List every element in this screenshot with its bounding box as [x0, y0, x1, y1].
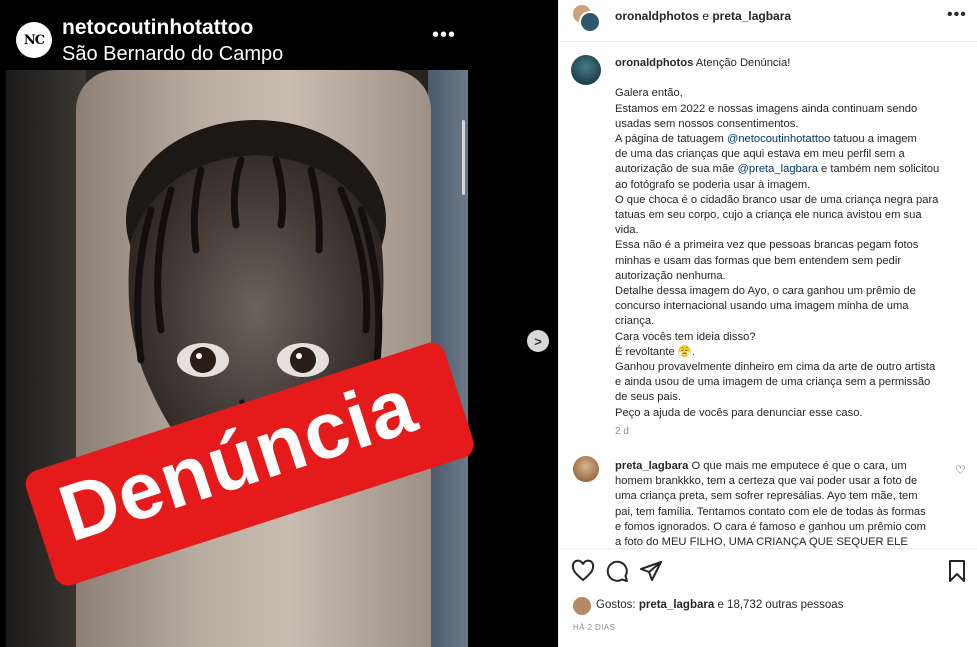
- post-media-panel: NC netocoutinhotattoo São Bernardo do Ca…: [0, 0, 558, 647]
- likes-user-link[interactable]: preta_lagbara: [639, 599, 714, 611]
- text-line: ao fotógrafo se poderia usar à imagem.: [615, 178, 811, 191]
- save-bookmark-icon[interactable]: [945, 559, 969, 583]
- text-line: e ainda usou de uma imagem de uma crianç…: [615, 376, 931, 389]
- post-detail-panel: oronaldphotos e preta_lagbara ••• oronal…: [558, 0, 977, 647]
- text-line: usadas sem nossos consentimentos.: [615, 117, 799, 130]
- text-line: de uma das crianças que aqui estava em m…: [615, 148, 905, 161]
- text-line: criança.: [615, 315, 655, 328]
- text-line: tatuas em seu corpo, cujo a criança ele …: [615, 209, 922, 222]
- caption-timestamp[interactable]: 2 d: [615, 426, 629, 437]
- next-media-button[interactable]: >: [527, 330, 549, 352]
- likes-summary[interactable]: Gostos: preta_lagbara e 18,732 outras pe…: [596, 599, 843, 611]
- more-options-icon[interactable]: •••: [947, 6, 967, 24]
- mention-link[interactable]: @netocoutinhotattoo: [727, 133, 830, 145]
- text-line: homem brankkko, tem a certeza que vai po…: [615, 475, 918, 488]
- text-line: vida.: [615, 224, 639, 237]
- text-line: Peço a ajuda de vocês para denunciar ess…: [615, 406, 863, 419]
- text-line: concurso internacional usando uma imagem…: [615, 300, 909, 313]
- caption-body: Galera então, Estamos em 2022 e nossas im…: [615, 86, 960, 420]
- text-line: Ganhou provavelmente dinheiro em cima da…: [615, 361, 936, 374]
- commenter-avatar[interactable]: [573, 456, 599, 482]
- comment-username[interactable]: preta_lagbara: [615, 460, 688, 472]
- media-scrollbar[interactable]: [462, 120, 465, 195]
- comment: preta_lagbara O que mais me emputece é q…: [615, 459, 955, 548]
- tattoo-profile-avatar: NC: [16, 22, 52, 58]
- liker-avatar[interactable]: [573, 597, 591, 615]
- text-line: O que choca é o cidadão branco usar de u…: [615, 193, 939, 206]
- text-line: Estamos em 2022 e nossas imagens ainda c…: [615, 102, 918, 115]
- post-actions: Gostos: preta_lagbara e 18,732 outras pe…: [559, 548, 977, 647]
- embedded-location: São Bernardo do Campo: [62, 43, 284, 65]
- caption-title: Atenção Denúncia!: [693, 57, 791, 69]
- post-caption: oronaldphotos Atenção Denúncia! Galera e…: [615, 56, 960, 421]
- text-line: a foto do MEU FILHO, UMA CRIANÇA QUE SEQ…: [615, 536, 908, 548]
- post-authors: oronaldphotos e preta_lagbara: [615, 9, 791, 23]
- mention-link[interactable]: @preta_lagbara: [738, 163, 818, 175]
- embedded-username: netocoutinhotattoo: [62, 16, 254, 39]
- likes-prefix: Gostos:: [596, 599, 639, 611]
- author-link-1[interactable]: oronaldphotos: [615, 9, 699, 23]
- text-line: Detalhe dessa imagem do Ayo, o cara ganh…: [615, 285, 916, 298]
- text-line: Cara vocês tem ideia disso?: [615, 330, 756, 343]
- comment-first-line: preta_lagbara O que mais me emputece é q…: [615, 459, 955, 474]
- like-heart-icon[interactable]: [571, 559, 595, 583]
- text-line: uma criança preta, sem sofrer represália…: [615, 490, 918, 503]
- comment-like-heart-icon[interactable]: ♡: [955, 463, 966, 477]
- likes-suffix: e 18,732 outras pessoas: [714, 599, 844, 611]
- post-header: oronaldphotos e preta_lagbara •••: [559, 0, 977, 42]
- text-line: Essa não é a primeira vez que pessoas br…: [615, 239, 919, 252]
- caption-username[interactable]: oronaldphotos: [615, 57, 693, 69]
- text-line: autorização nenhuma.: [615, 269, 726, 282]
- post-timestamp[interactable]: HÁ 2 DIAS: [573, 623, 615, 632]
- text-line: autorização de sua mãe @preta_lagbara e …: [615, 163, 940, 176]
- comments-scroll-area[interactable]: oronaldphotos Atenção Denúncia! Galera e…: [559, 43, 977, 548]
- share-paper-plane-icon[interactable]: [639, 559, 663, 583]
- caption-author-avatar[interactable]: [571, 55, 601, 85]
- embedded-more-icon: •••: [432, 24, 457, 46]
- comment-text: O que mais me emputece é que o cara, um: [688, 460, 907, 472]
- avatar-logo-text: NC: [23, 32, 45, 48]
- text-line: pai, tem família. Tentamos contato com e…: [615, 505, 926, 518]
- author-link-2[interactable]: preta_lagbara: [712, 9, 791, 23]
- authors-conjunction: e: [699, 9, 713, 23]
- text-line: e fomos ignorados. O cara é famoso e gan…: [615, 520, 926, 533]
- collab-avatar-2[interactable]: [579, 11, 601, 33]
- comment-bubble-icon[interactable]: [605, 559, 629, 583]
- text-line: Galera então,: [615, 87, 683, 100]
- text-line: minhas e usam das formas que bem entende…: [615, 254, 902, 267]
- text-line: A página de tatuagem @netocoutinhotattoo…: [615, 133, 917, 146]
- chevron-right-icon: >: [534, 333, 542, 349]
- text-line: É revoltante 😤.: [615, 345, 695, 358]
- comment-body: preta_lagbara O que mais me emputece é q…: [615, 459, 955, 548]
- text-line: de seus pais.: [615, 391, 681, 404]
- embedded-post-header: NC netocoutinhotattoo São Bernardo do Ca…: [0, 0, 558, 70]
